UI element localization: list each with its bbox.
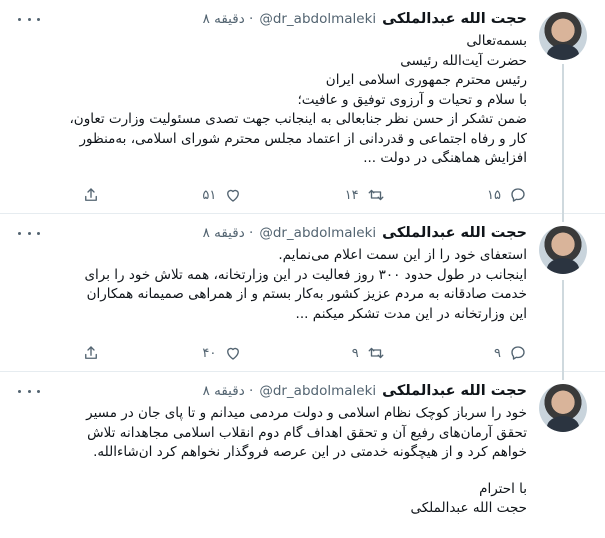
- tweet-header: حجت الله عبدالملکی @dr_abdolmaleki ۸ دقی…: [18, 8, 527, 30]
- tweet-line: خود را سرباز کوچک نظام اسلامی و دولت مرد…: [86, 405, 527, 421]
- tweet-line: خواهم کرد و از هیچگونه خدمتی در این عرصه…: [93, 444, 527, 460]
- share-button[interactable]: [80, 344, 100, 362]
- author-name[interactable]: حجت الله عبدالملکی: [382, 383, 527, 399]
- author-name[interactable]: حجت الله عبدالملکی: [382, 11, 527, 27]
- tweet-line: تحقق آرمان‌های رفیع آن و تحقق اهداف گام …: [87, 424, 527, 441]
- avatar[interactable]: [539, 384, 587, 432]
- author-handle[interactable]: @dr_abdolmaleki: [259, 225, 376, 241]
- tweet-time[interactable]: ۸ دقیقه ·: [203, 225, 254, 241]
- like-button[interactable]: ۵۱: [132, 186, 242, 204]
- reply-count: ۱۵: [487, 187, 501, 203]
- author-name[interactable]: حجت الله عبدالملکی: [382, 225, 527, 241]
- thread-connector: [562, 64, 564, 215]
- author-handle[interactable]: @dr_abdolmaleki: [259, 11, 376, 27]
- reply-button[interactable]: ۹: [417, 344, 527, 362]
- thread-connector: [562, 212, 564, 222]
- retweet-count: ۱۴: [344, 187, 359, 203]
- tweet-text: استعفای خود را از این سمت اعلام می‌نمایم…: [18, 246, 527, 324]
- more-icon[interactable]: [18, 12, 40, 26]
- tweet-header: حجت الله عبدالملکی @dr_abdolmaleki ۸ دقی…: [18, 222, 527, 244]
- heart-icon: [227, 347, 240, 360]
- like-count: ۴۰: [202, 345, 217, 361]
- tweet-text: خود را سرباز کوچک نظام اسلامی و دولت مرد…: [18, 404, 527, 519]
- more-icon[interactable]: [18, 384, 40, 398]
- like-button[interactable]: ۴۰: [132, 344, 242, 362]
- tweet-1[interactable]: حجت الله عبدالملکی @dr_abdolmaleki ۸ دقی…: [0, 0, 605, 215]
- tweet-line: اینجانب در طول حدود ۳۰۰ روز فعالیت در ای…: [84, 266, 527, 283]
- retweet-icon: [368, 347, 384, 359]
- reply-count: ۹: [494, 345, 501, 361]
- tweet-line: رئیس محترم جمهوری اسلامی ایران: [325, 72, 527, 88]
- tweet-time[interactable]: ۸ دقیقه ·: [203, 383, 254, 399]
- tweet-3[interactable]: حجت الله عبدالملکی @dr_abdolmaleki ۸ دقی…: [0, 370, 605, 538]
- tweet-time[interactable]: ۸ دقیقه ·: [203, 11, 254, 27]
- tweet-actions: ۹ ۹ ۴۰: [80, 343, 527, 363]
- tweet-line: کار و رفاه اجتماعی و قدردانی از اعتماد م…: [79, 130, 527, 147]
- retweet-count: ۹: [351, 345, 359, 361]
- avatar[interactable]: [539, 12, 587, 60]
- tweet-line: افزایش هماهنگی در دولت ...: [363, 150, 527, 166]
- closing-line: با احترام: [479, 480, 527, 497]
- tweet-line: خدمت صادقانه به مردم عزیز کشور به‌کار بس…: [86, 286, 527, 302]
- retweet-button[interactable]: ۱۴: [275, 186, 385, 204]
- tweet-line: با سلام و تحیات و آرزوی توفیق و عافیت؛: [297, 91, 528, 108]
- reply-button[interactable]: ۱۵: [417, 186, 527, 204]
- avatar[interactable]: [539, 226, 587, 274]
- heart-icon: [227, 189, 240, 202]
- tweet-header: حجت الله عبدالملکی @dr_abdolmaleki ۸ دقی…: [18, 380, 527, 402]
- retweet-button[interactable]: ۹: [275, 344, 385, 362]
- tweet-line: استعفای خود را از این سمت اعلام می‌نمایم…: [278, 247, 527, 263]
- like-count: ۵۱: [202, 187, 217, 203]
- reply-icon: [511, 346, 525, 360]
- tweet-line: حضرت آیت‌الله رئیسی: [400, 52, 527, 69]
- thread-connector: [562, 280, 564, 373]
- tweet-line: بسمه‌تعالی: [466, 33, 527, 49]
- author-handle[interactable]: @dr_abdolmaleki: [259, 383, 376, 399]
- tweet-line: این وزارتخانه در این مدت تشکر میکنم ...: [295, 305, 527, 322]
- more-icon[interactable]: [18, 226, 40, 240]
- tweet-line: ضمن تشکر از حسن نظر جنابعالی به اینجانب …: [69, 111, 527, 127]
- tweet-actions: ۱۵ ۱۴ ۵۱: [80, 185, 527, 205]
- share-button[interactable]: [80, 186, 100, 204]
- share-icon: [85, 188, 97, 201]
- signature-line: حجت الله عبدالملکی: [410, 500, 527, 516]
- thread-connector: [562, 370, 564, 380]
- retweet-icon: [368, 189, 384, 201]
- share-icon: [85, 346, 97, 359]
- tweet-text: بسمه‌تعالی حضرت آیت‌الله رئیسی رئیس محتر…: [18, 32, 527, 169]
- reply-icon: [511, 188, 525, 202]
